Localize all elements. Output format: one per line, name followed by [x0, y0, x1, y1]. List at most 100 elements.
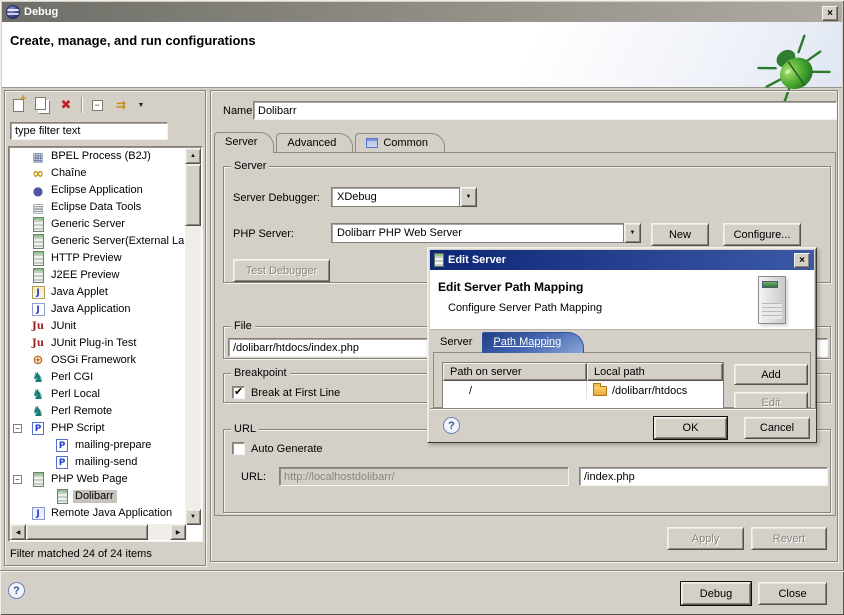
apply-button[interactable]: Apply: [667, 527, 744, 550]
database-icon: [30, 200, 46, 215]
tab-common[interactable]: Common: [355, 133, 445, 153]
delete-icon: ✖: [61, 97, 72, 113]
tree-item-label: PHP Web Page: [49, 473, 131, 486]
dialog-tab-server-label: Server: [440, 336, 472, 348]
tab-advanced[interactable]: Advanced: [276, 133, 353, 153]
cancel-button[interactable]: Cancel: [744, 417, 810, 439]
column-header-local-path[interactable]: Local path: [587, 363, 723, 381]
tree-item-junit[interactable]: JUnit: [10, 318, 186, 335]
table-icon: [366, 138, 378, 148]
filter-menu-button[interactable]: ▼: [136, 96, 146, 114]
delete-configuration-button[interactable]: ✖: [57, 96, 75, 114]
collapse-node-icon[interactable]: −: [13, 475, 22, 484]
tree-item-generic-server[interactable]: Generic Server: [10, 216, 186, 233]
banner-title: Create, manage, and run configurations: [10, 33, 256, 48]
column-header-path-on-server[interactable]: Path on server: [443, 363, 587, 381]
tree-item-label: HTTP Preview: [49, 252, 125, 265]
add-mapping-button[interactable]: Add: [734, 364, 808, 385]
tree-item-http-preview[interactable]: HTTP Preview: [10, 250, 186, 267]
filter-input[interactable]: [10, 122, 168, 140]
duplicate-configuration-button[interactable]: [33, 96, 51, 114]
dialog-tab-path-mapping[interactable]: Path Mapping: [482, 332, 584, 353]
server-icon: [30, 268, 46, 283]
dialog-button-bar: ? OK Cancel: [430, 408, 816, 442]
new-configuration-icon: [13, 99, 24, 112]
tree-item-j2ee-preview[interactable]: J2EE Preview: [10, 267, 186, 284]
filter-configurations-button[interactable]: ⇉: [112, 96, 130, 114]
title-bar[interactable]: Debug ×: [2, 2, 842, 22]
window-title: Debug: [24, 6, 58, 18]
tree-item-junit-plug-in-test[interactable]: JUnit Plug-in Test: [10, 335, 186, 352]
footer-separator: [0, 570, 844, 572]
tree-item-label: Remote Java Application: [49, 507, 175, 520]
collapse-node-icon[interactable]: −: [13, 424, 22, 433]
tree-item-dolibarr[interactable]: Dolibarr: [10, 488, 186, 505]
scroll-right-button[interactable]: ▶: [170, 524, 186, 540]
eclipse-icon: [6, 5, 20, 19]
revert-button[interactable]: Revert: [751, 527, 827, 550]
collapse-all-button[interactable]: −: [88, 96, 106, 114]
tab-advanced-label: Advanced: [287, 137, 336, 149]
debug-button[interactable]: Debug: [681, 582, 751, 605]
remote-java-icon: [30, 506, 46, 521]
tree-item-label: JUnit: [49, 320, 79, 333]
tree-item-bpel-process-b2j-[interactable]: BPEL Process (B2J): [10, 148, 186, 165]
dialog-title: Edit Server: [448, 254, 506, 266]
config-tree-rows: BPEL Process (B2J) Chaîne Eclipse Applicat…: [10, 148, 186, 525]
configurations-tree: BPEL Process (B2J) Chaîne Eclipse Applicat…: [8, 146, 203, 542]
close-button[interactable]: Close: [758, 582, 827, 605]
tree-item-cha-ne[interactable]: Chaîne: [10, 165, 186, 182]
tree-item-remote-java-application[interactable]: Remote Java Application: [10, 505, 186, 522]
tree-item-eclipse-application[interactable]: Eclipse Application: [10, 182, 186, 199]
tree-item-php-web-page[interactable]: − PHP Web Page: [10, 471, 186, 488]
tree-item-label: Java Application: [49, 303, 134, 316]
path-mapping-table[interactable]: Path on server Local path / /dolibarr/ht…: [442, 362, 724, 414]
tree-item-perl-local[interactable]: Perl Local: [10, 386, 186, 403]
tree-item-php-script[interactable]: − PHP Script: [10, 420, 186, 437]
tree-item-perl-cgi[interactable]: Perl CGI: [10, 369, 186, 386]
scroll-up-button[interactable]: ▲: [185, 148, 201, 164]
window-close-button[interactable]: ×: [822, 6, 838, 21]
new-configuration-button[interactable]: [9, 96, 27, 114]
tree-item-label: JUnit Plug-in Test: [49, 337, 139, 350]
tree-item-label: PHP Script: [49, 422, 108, 435]
tree-item-perl-remote[interactable]: Perl Remote: [10, 403, 186, 420]
dialog-title-bar[interactable]: Edit Server ×: [430, 250, 814, 270]
vertical-scroll-thumb[interactable]: [185, 164, 201, 226]
tree-item-java-application[interactable]: Java Application: [10, 301, 186, 318]
horizontal-scroll-thumb[interactable]: [26, 524, 148, 540]
tree-item-label: Eclipse Data Tools: [49, 201, 144, 214]
dialog-tab-path-mapping-label: Path Mapping: [493, 336, 561, 348]
tree-item-osgi-framework[interactable]: OSGi Framework: [10, 352, 186, 369]
dialog-tab-server[interactable]: Server: [434, 333, 482, 353]
dialog-close-button[interactable]: ×: [794, 253, 810, 268]
tree-item-eclipse-data-tools[interactable]: Eclipse Data Tools: [10, 199, 186, 216]
tree-item-label: Perl Local: [49, 388, 103, 401]
server-icon: [30, 234, 46, 249]
ok-button[interactable]: OK: [654, 417, 727, 439]
debug-window: Debug × Create, manage, and run configur…: [0, 0, 844, 615]
bpel-process-icon: [30, 149, 46, 164]
name-label: Name:: [223, 105, 255, 117]
tab-server[interactable]: Server: [214, 132, 274, 153]
local-path-cell: /dolibarr/htdocs: [587, 381, 723, 399]
tree-item-label: Generic Server(External La: [49, 235, 186, 248]
edit-server-dialog: Edit Server × Edit Server Path Mapping C…: [427, 247, 817, 443]
java-applet-icon: [30, 285, 46, 300]
tree-item-label: Chaîne: [49, 167, 89, 180]
path-mapping-tab-content: Path on server Local path / /dolibarr/ht…: [433, 352, 811, 408]
table-row[interactable]: / /dolibarr/htdocs: [443, 381, 723, 399]
tree-item-mailing-prepare[interactable]: mailing-prepare: [10, 437, 186, 454]
chain-icon: [30, 166, 46, 181]
tree-item-java-applet[interactable]: Java Applet: [10, 284, 186, 301]
name-input[interactable]: [253, 101, 837, 120]
tree-item-mailing-send[interactable]: mailing-send: [10, 454, 186, 471]
perl-icon: [30, 387, 46, 402]
tree-item-generic-server-external-la[interactable]: Generic Server(External La: [10, 233, 186, 250]
dialog-help-button[interactable]: ?: [443, 417, 460, 434]
scroll-down-button[interactable]: ▼: [185, 509, 201, 525]
chevron-down-icon: ▼: [138, 102, 145, 109]
tree-item-label: Perl CGI: [49, 371, 96, 384]
help-button[interactable]: ?: [8, 582, 25, 599]
scroll-left-button[interactable]: ◀: [10, 524, 26, 540]
